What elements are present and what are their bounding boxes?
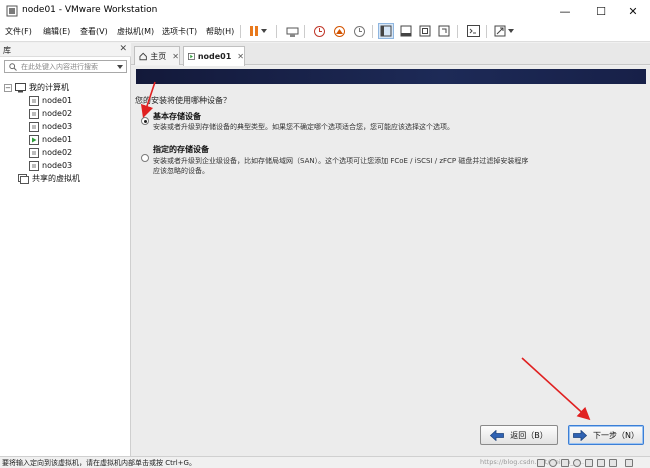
menu-tabs[interactable]: 选项卡(T) bbox=[162, 26, 197, 37]
library-header: 库 ✕ bbox=[0, 43, 131, 57]
home-icon bbox=[139, 52, 147, 60]
network-adapter-icon[interactable] bbox=[561, 459, 569, 467]
library-search-input[interactable]: 在此处键入内容进行搜索 bbox=[4, 60, 127, 73]
specialized-storage-desc-line2: 应该忽略的设备。 bbox=[153, 167, 209, 175]
window-title: node01 - VMware Workstation bbox=[22, 5, 158, 15]
next-label: 下一步（N） bbox=[593, 430, 639, 440]
tree-item-vm-running[interactable]: node01 bbox=[29, 133, 72, 146]
tree-item-vm[interactable]: node01 bbox=[29, 94, 72, 107]
basic-storage-radio[interactable] bbox=[141, 117, 149, 125]
tree-label: 共享的虚拟机 bbox=[32, 174, 80, 183]
vm-icon bbox=[29, 95, 39, 106]
console-view-icon[interactable] bbox=[465, 23, 481, 39]
hard-disk-icon[interactable] bbox=[537, 459, 545, 467]
basic-storage-title: 基本存储设备 bbox=[153, 112, 201, 121]
menu-edit[interactable]: 编辑(E) bbox=[43, 26, 70, 37]
installer-question: 您的安装将使用哪种设备？ bbox=[135, 96, 231, 105]
printer-icon[interactable] bbox=[597, 459, 605, 467]
specialized-storage-radio[interactable] bbox=[141, 154, 149, 162]
maximize-button[interactable]: ☐ bbox=[584, 0, 618, 22]
tree-label: 我的计算机 bbox=[29, 83, 69, 92]
tree-item-shared-vms[interactable]: 共享的虚拟机 bbox=[18, 172, 80, 185]
specialized-storage-desc: 安装或者升级到企业级设备，比如存储局域网（SAN）。这个选项可让您添加 FCoE… bbox=[153, 157, 529, 165]
menu-view[interactable]: 查看(V) bbox=[80, 26, 108, 37]
search-icon bbox=[9, 63, 17, 71]
back-button[interactable]: 返回（B） bbox=[480, 425, 558, 445]
installer-banner bbox=[136, 69, 646, 84]
tree-item-vm[interactable]: node03 bbox=[29, 159, 72, 172]
tree-item-vm[interactable]: node03 bbox=[29, 120, 72, 133]
toolbar-separator bbox=[372, 25, 373, 38]
vm-icon bbox=[29, 147, 39, 158]
minimize-button[interactable]: — bbox=[548, 0, 582, 22]
basic-storage-desc: 安装或者升级到存储设备的典型类型。如果您不确定哪个选项适合您，您可能应该选择这个… bbox=[153, 123, 454, 131]
vm-running-icon bbox=[188, 53, 195, 60]
toolbar-separator bbox=[276, 25, 277, 38]
tree-label: node01 bbox=[42, 96, 73, 105]
search-dropdown-icon[interactable] bbox=[117, 65, 123, 69]
tree-label: node01 bbox=[42, 135, 73, 144]
computer-icon bbox=[15, 82, 26, 92]
arrow-right-icon bbox=[573, 429, 587, 441]
usb-icon[interactable] bbox=[573, 459, 581, 467]
snapshot-icon[interactable] bbox=[311, 23, 327, 39]
toolbar-separator bbox=[240, 25, 241, 38]
title-bar: node01 - VMware Workstation — ☐ ✕ bbox=[0, 0, 650, 22]
tab-close-icon[interactable]: ✕ bbox=[237, 52, 244, 61]
vmware-app-icon bbox=[6, 5, 18, 17]
next-button[interactable]: 下一步（N） bbox=[568, 425, 644, 445]
search-placeholder: 在此处键入内容进行搜索 bbox=[21, 63, 98, 71]
full-screen-icon[interactable] bbox=[417, 23, 433, 39]
tab-close-icon[interactable]: ✕ bbox=[172, 52, 179, 61]
library-close-button[interactable]: ✕ bbox=[119, 44, 127, 54]
revert-snapshot-icon[interactable] bbox=[331, 23, 347, 39]
tree-label: node02 bbox=[42, 109, 73, 118]
menu-file[interactable]: 文件(F) bbox=[5, 26, 32, 37]
stretch-dropdown-icon[interactable] bbox=[506, 23, 516, 39]
tree-label: node02 bbox=[42, 148, 73, 157]
vm-running-icon bbox=[29, 134, 39, 145]
tab-home[interactable]: 主页 ✕ bbox=[134, 46, 180, 65]
send-ctrl-alt-del-icon[interactable] bbox=[284, 23, 300, 39]
menu-vm[interactable]: 虚拟机(M) bbox=[117, 26, 154, 37]
library-panel: 库 ✕ 在此处键入内容进行搜索 − 我的计算机 node01 node02 no… bbox=[0, 43, 131, 456]
status-bar: 要将输入定向到该虚拟机，请在虚拟机内部单击或按 Ctrl+G。 https://… bbox=[0, 456, 650, 468]
thumbnail-bar-icon[interactable] bbox=[398, 23, 414, 39]
cd-dvd-icon[interactable] bbox=[549, 459, 557, 467]
shared-vms-icon bbox=[18, 173, 29, 184]
tree-item-vm[interactable]: node02 bbox=[29, 107, 72, 120]
vm-icon bbox=[29, 121, 39, 132]
tree-item-vm[interactable]: node02 bbox=[29, 146, 72, 159]
toolbar-separator bbox=[457, 25, 458, 38]
vm-console[interactable]: 您的安装将使用哪种设备？ 基本存储设备 安装或者升级到存储设备的典型类型。如果您… bbox=[131, 66, 650, 456]
vm-icon bbox=[29, 160, 39, 171]
message-log-icon[interactable] bbox=[625, 459, 633, 467]
tree-label: node03 bbox=[42, 161, 73, 170]
vm-icon bbox=[29, 108, 39, 119]
status-message: 要将输入定向到该虚拟机，请在虚拟机内部单击或按 Ctrl+G。 bbox=[2, 459, 196, 467]
toolbar-separator bbox=[304, 25, 305, 38]
tab-label: 主页 bbox=[150, 51, 167, 61]
arrow-left-icon bbox=[490, 429, 505, 441]
snapshot-manager-icon[interactable] bbox=[351, 23, 367, 39]
sound-icon[interactable] bbox=[585, 459, 593, 467]
tab-node01[interactable]: node01 ✕ bbox=[183, 46, 245, 66]
tab-bar: 主页 ✕ node01 ✕ bbox=[131, 43, 650, 66]
back-label: 返回（B） bbox=[510, 430, 548, 440]
tree-label: node03 bbox=[42, 122, 73, 131]
close-button[interactable]: ✕ bbox=[616, 0, 650, 22]
pause-dropdown-icon[interactable] bbox=[259, 23, 269, 39]
tab-label: node01 bbox=[197, 52, 232, 61]
toolbar-separator bbox=[486, 25, 487, 38]
menu-bar: 文件(F) 编辑(E) 查看(V) 虚拟机(M) 选项卡(T) 帮助(H) bbox=[0, 22, 650, 42]
menu-help[interactable]: 帮助(H) bbox=[206, 26, 234, 37]
collapse-icon[interactable]: − bbox=[4, 83, 12, 92]
library-title: 库 bbox=[3, 46, 11, 55]
tree-item-my-computer[interactable]: − 我的计算机 bbox=[4, 81, 69, 94]
display-icon[interactable] bbox=[609, 459, 617, 467]
specialized-storage-title: 指定的存储设备 bbox=[153, 145, 209, 154]
show-library-icon[interactable] bbox=[378, 23, 394, 39]
unity-icon[interactable] bbox=[436, 23, 452, 39]
